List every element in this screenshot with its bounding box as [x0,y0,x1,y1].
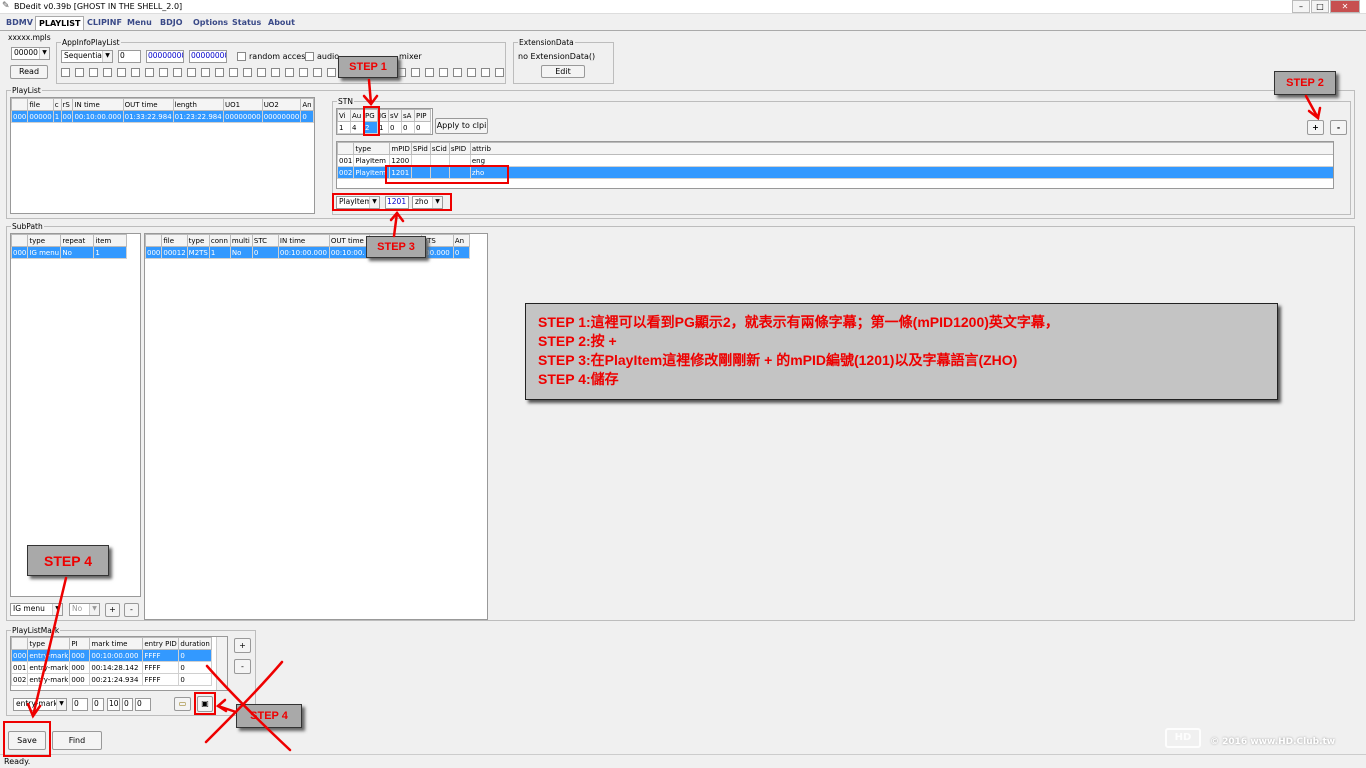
annotation-arrows [26,78,1322,752]
arrowhead-step4-save [215,698,228,713]
arrow-step4 [31,576,68,718]
